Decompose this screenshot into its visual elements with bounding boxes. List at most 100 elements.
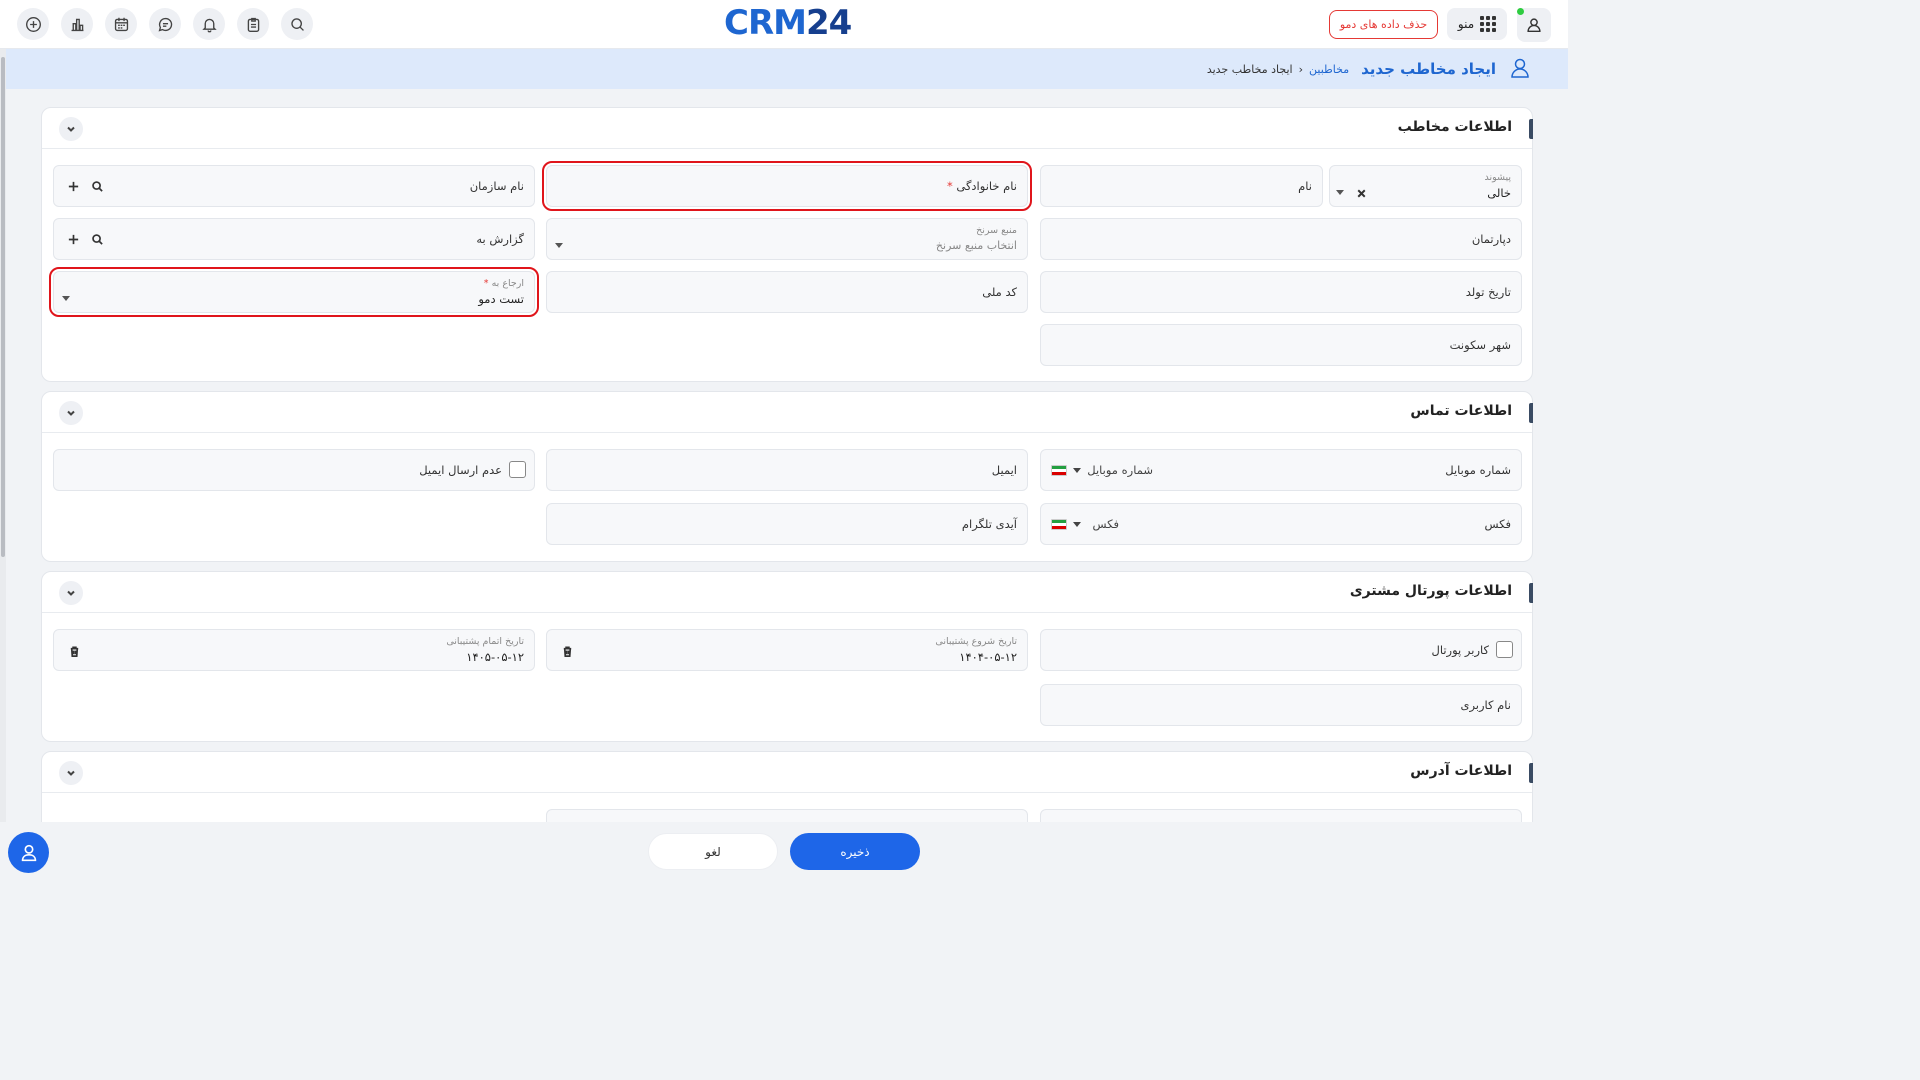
search-icon[interactable] [281, 8, 313, 40]
address-info-header[interactable]: اطلاعات آدرس [42, 752, 1533, 793]
no-email-checkbox[interactable] [509, 461, 526, 478]
no-email-field: عدم ارسال ایمیل [53, 449, 535, 491]
collapse-toggle[interactable] [59, 401, 83, 425]
breadcrumb-current: ایجاد مخاطب جدید [1206, 62, 1293, 76]
organization-field[interactable]: نام سازمان [53, 165, 535, 207]
calendar-icon[interactable] [105, 8, 137, 40]
support-end-label: تاریخ اتمام پشتیبانی [446, 636, 524, 647]
breadcrumb: مخاطبین ‹ ایجاد مخاطب جدید [1207, 63, 1349, 76]
chevron-down-icon [67, 590, 75, 596]
assigned-to-dropdown-caret-icon[interactable] [62, 296, 70, 301]
support-end-value: ۱۴۰۵-۰۵-۱۲ [466, 650, 524, 664]
national-code-field[interactable]: کد ملی [546, 271, 1028, 313]
email-label: ایمیل [991, 463, 1017, 477]
portal-info-header[interactable]: اطلاعات پورتال مشتری [42, 572, 1533, 613]
contact-details-panel: اطلاعات تماس شماره موبایل شماره موبایل ا… [41, 391, 1533, 562]
user-icon [1527, 18, 1541, 33]
scrollbar-thumb[interactable] [1, 57, 5, 557]
logo-text-crm: CRM [724, 3, 807, 43]
birth-date-field[interactable]: تاریخ تولد [1040, 271, 1522, 313]
support-start-value: ۱۴۰۴-۰۵-۱۲ [959, 650, 1017, 664]
assigned-to-label-text: ارجاع به [491, 278, 524, 289]
first-name-label: نام [1298, 179, 1312, 193]
country-code-caret-icon[interactable] [1073, 468, 1081, 473]
cancel-button[interactable]: لغو [648, 833, 778, 870]
country-code-caret-icon[interactable] [1073, 522, 1081, 527]
online-status-dot [1517, 8, 1524, 15]
save-button[interactable]: ذخیره [790, 833, 920, 870]
chevron-down-icon [67, 410, 75, 416]
prefix-dropdown-caret-icon[interactable] [1336, 190, 1344, 195]
apps-grid-icon [1480, 16, 1497, 32]
page-title: ایجاد مخاطب جدید [1361, 60, 1496, 78]
assigned-to-label: ارجاع به * [484, 278, 524, 289]
section-title: اطلاعات مخاطب [1397, 119, 1512, 135]
contact-info-header[interactable]: اطلاعات مخاطب [42, 108, 1533, 149]
contact-person-icon [1508, 56, 1532, 83]
add-circle-icon[interactable] [17, 8, 49, 40]
search-reports-to-icon[interactable] [88, 230, 106, 248]
delete-trash-icon[interactable] [558, 642, 576, 660]
section-accent-bar [1529, 403, 1533, 423]
assigned-to-value: تست دمو [478, 292, 524, 306]
prefix-value: خالی [1487, 186, 1511, 200]
bar-chart-icon[interactable] [61, 8, 93, 40]
section-accent-bar [1529, 583, 1533, 603]
menu-button[interactable]: منو [1447, 8, 1507, 40]
last-name-label-text: نام خانوادگی [956, 179, 1017, 193]
iran-flag-icon[interactable] [1051, 519, 1067, 530]
fax-field[interactable]: فکس فکس [1040, 503, 1522, 545]
lead-source-dropdown-caret-icon[interactable] [555, 243, 563, 248]
last-name-field[interactable]: نام خانوادگی * [542, 161, 1032, 211]
assigned-to-select[interactable]: ارجاع به * تست دمو [49, 267, 539, 317]
reports-to-field[interactable]: گزارش به [53, 218, 535, 260]
iran-flag-icon[interactable] [1051, 465, 1067, 476]
bell-icon[interactable] [193, 8, 225, 40]
support-end-date-field[interactable]: تاریخ اتمام پشتیبانی ۱۴۰۵-۰۵-۱۲ [53, 629, 535, 671]
collapse-toggle[interactable] [59, 117, 83, 141]
delete-demo-data-button[interactable]: حذف داده های دمو [1329, 10, 1438, 39]
lead-source-label: منبع سرنخ [976, 225, 1017, 236]
assistant-chat-button[interactable] [8, 832, 49, 873]
logo-text-24: 24 [805, 3, 852, 43]
username-field[interactable]: نام کاربری [1040, 684, 1522, 726]
collapse-toggle[interactable] [59, 761, 83, 785]
clear-prefix-icon[interactable] [1352, 184, 1370, 202]
lead-source-placeholder: انتخاب منبع سرنخ [935, 239, 1017, 252]
mobile-phone-field[interactable]: شماره موبایل شماره موبایل [1040, 449, 1522, 491]
required-mark: * [483, 278, 489, 289]
prefix-select[interactable]: پیشوند خالی [1329, 165, 1522, 207]
section-title: اطلاعات پورتال مشتری [1349, 583, 1512, 599]
section-title: اطلاعات تماس [1410, 403, 1512, 419]
portal-info-panel: اطلاعات پورتال مشتری کاربر پورتال تاریخ … [41, 571, 1533, 742]
fax-placeholder: فکس [1092, 517, 1119, 531]
clipboard-icon[interactable] [237, 8, 269, 40]
national-code-label: کد ملی [982, 285, 1017, 299]
no-email-label: عدم ارسال ایمیل [419, 463, 502, 477]
crm24-logo[interactable]: CRM 24 [724, 3, 852, 43]
lead-source-select[interactable]: منبع سرنخ انتخاب منبع سرنخ [546, 218, 1028, 260]
chevron-down-icon [67, 126, 75, 132]
first-name-field[interactable]: نام [1040, 165, 1323, 207]
delete-trash-icon[interactable] [65, 642, 83, 660]
telegram-id-label: آیدی تلگرام [961, 517, 1017, 531]
menu-label: منو [1457, 17, 1475, 31]
city-field[interactable]: شهر سکونت [1040, 324, 1522, 366]
collapse-toggle[interactable] [59, 581, 83, 605]
add-organization-icon[interactable] [64, 177, 82, 195]
contact-details-header[interactable]: اطلاعات تماس [42, 392, 1533, 433]
last-name-label: نام خانوادگی * [947, 179, 1017, 193]
telegram-id-field[interactable]: آیدی تلگرام [546, 503, 1028, 545]
left-scrollbar[interactable] [0, 49, 6, 829]
department-field[interactable]: دپارتمان [1040, 218, 1522, 260]
chevron-down-icon [67, 770, 75, 776]
breadcrumb-separator-icon: ‹ [1298, 62, 1303, 76]
reports-to-label: گزارش به [476, 232, 524, 246]
chat-icon[interactable] [149, 8, 181, 40]
email-field[interactable]: ایمیل [546, 449, 1028, 491]
support-start-date-field[interactable]: تاریخ شروع پشتیبانی ۱۴۰۴-۰۵-۱۲ [546, 629, 1028, 671]
portal-user-checkbox[interactable] [1496, 641, 1513, 658]
breadcrumb-contacts-link[interactable]: مخاطبین [1309, 63, 1349, 76]
add-reports-to-icon[interactable] [64, 230, 82, 248]
search-organization-icon[interactable] [88, 177, 106, 195]
